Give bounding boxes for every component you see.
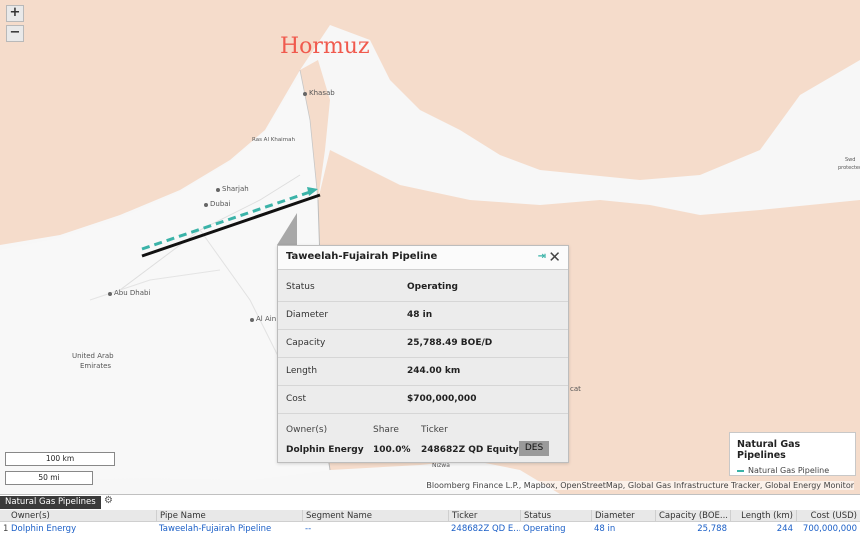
col-pipe-name[interactable]: Pipe Name bbox=[156, 510, 302, 522]
popup-key: Cost bbox=[286, 394, 307, 404]
sharjah-dot bbox=[216, 188, 220, 192]
popup-row-capacity: Capacity 25,788.49 BOE/D bbox=[278, 329, 568, 357]
map-canvas[interactable]: + − Hormuz Khasab Ras Al Khaimah Sharjah… bbox=[0, 0, 860, 494]
label-dubai: Dubai bbox=[210, 200, 231, 208]
cell-capacity: 25,788 bbox=[697, 524, 727, 534]
col-status[interactable]: Status bbox=[520, 510, 591, 522]
scale-bar-km: 100 km bbox=[5, 452, 115, 466]
label-abu-dhabi: Abu Dhabi bbox=[114, 289, 151, 297]
col-owner[interactable]: Owner(s) bbox=[8, 510, 156, 522]
col-capacity[interactable]: Capacity (BOE... bbox=[655, 510, 730, 522]
popup-value: $700,000,000 bbox=[407, 394, 477, 404]
hormuz-annotation: Hormuz bbox=[280, 34, 370, 59]
label-uae-line1: United Arab bbox=[72, 352, 114, 360]
cell-status: Operating bbox=[523, 524, 566, 534]
legend-swatch bbox=[737, 469, 744, 472]
zoom-out-button[interactable]: − bbox=[6, 25, 24, 42]
results-panel: Natural Gas Pipelines ⚙ Owner(s) Pipe Na… bbox=[0, 494, 860, 537]
popup-key: Status bbox=[286, 282, 315, 292]
popup-row-diameter: Diameter 48 in bbox=[278, 301, 568, 329]
owner-name[interactable]: Dolphin Energy bbox=[286, 445, 364, 455]
popup-title: Taweelah-Fujairah Pipeline bbox=[286, 251, 438, 262]
popup-value: 48 in bbox=[407, 310, 433, 320]
label-muscat: cat bbox=[570, 385, 581, 393]
cell-segment-name: -- bbox=[305, 524, 312, 534]
label-right-edge-1: Swd bbox=[845, 157, 856, 163]
legend-title: Natural Gas Pipelines bbox=[737, 439, 801, 461]
cell-length: 244 bbox=[776, 524, 793, 534]
legend-item[interactable]: Natural Gas Pipeline bbox=[737, 466, 848, 475]
owner-share: 100.0% bbox=[373, 445, 411, 455]
popup-row-status: Status Operating bbox=[278, 273, 568, 301]
abu-dhabi-dot bbox=[108, 292, 112, 296]
label-uae-line2: Emirates bbox=[80, 362, 112, 370]
map-legend: Natural Gas Pipelines Natural Gas Pipeli… bbox=[729, 432, 856, 476]
popup-pointer bbox=[277, 213, 297, 245]
owners-header-ticker: Ticker bbox=[421, 425, 448, 435]
des-button[interactable]: DES bbox=[519, 441, 549, 456]
al-ain-dot bbox=[250, 318, 254, 322]
popup-key: Capacity bbox=[286, 338, 326, 348]
pin-icon[interactable]: ⇥ bbox=[538, 251, 546, 262]
popup-header: Taweelah-Fujairah Pipeline ⇥ ✕ bbox=[278, 246, 568, 270]
label-khasab: Khasab bbox=[309, 89, 335, 97]
col-ticker[interactable]: Ticker bbox=[448, 510, 520, 522]
cell-owner[interactable]: Dolphin Energy bbox=[8, 523, 156, 535]
popup-value: 25,788.49 BOE/D bbox=[407, 338, 493, 348]
cell-pipe-name[interactable]: Taweelah-Fujairah Pipeline bbox=[156, 523, 302, 535]
popup-key: Diameter bbox=[286, 310, 329, 320]
map-attribution: Bloomberg Finance L.P., Mapbox, OpenStre… bbox=[426, 481, 854, 490]
cell-ticker[interactable]: 248682Z QD E... bbox=[448, 523, 520, 535]
gear-icon[interactable]: ⚙ bbox=[104, 495, 113, 506]
popup-key: Length bbox=[286, 366, 318, 376]
col-diameter[interactable]: Diameter bbox=[591, 510, 655, 522]
owners-header-owner: Owner(s) bbox=[286, 425, 328, 435]
tab-natural-gas-pipelines[interactable]: Natural Gas Pipelines bbox=[0, 496, 101, 509]
scale-bar-mi: 50 mi bbox=[5, 471, 93, 485]
dubai-dot bbox=[204, 203, 208, 207]
col-segment-name[interactable]: Segment Name bbox=[302, 510, 448, 522]
table-header: Owner(s) Pipe Name Segment Name Ticker S… bbox=[0, 510, 860, 522]
cell-diameter: 48 in bbox=[594, 524, 616, 534]
label-nizwa: Nizwa bbox=[432, 462, 450, 469]
table-row[interactable]: 1 Dolphin Energy Taweelah-Fujairah Pipel… bbox=[0, 523, 860, 535]
cell-cost: 700,000,000 bbox=[802, 524, 857, 534]
owner-ticker[interactable]: 248682Z QD Equity bbox=[421, 445, 519, 455]
owners-header-share: Share bbox=[373, 425, 399, 435]
close-icon[interactable]: ✕ bbox=[548, 248, 561, 266]
col-length[interactable]: Length (km) bbox=[730, 510, 796, 522]
label-ras-al-khaimah: Ras Al Khaimah bbox=[252, 137, 295, 143]
popup-row-cost: Cost $700,000,000 bbox=[278, 385, 568, 413]
pipeline-popup: Taweelah-Fujairah Pipeline ⇥ ✕ Status Op… bbox=[277, 245, 569, 463]
khasab-dot bbox=[303, 92, 307, 96]
label-al-ain: Al Ain bbox=[256, 315, 277, 323]
zoom-in-button[interactable]: + bbox=[6, 5, 24, 22]
popup-value: Operating bbox=[407, 282, 458, 292]
popup-value: 244.00 km bbox=[407, 366, 461, 376]
label-sharjah: Sharjah bbox=[222, 185, 249, 193]
label-right-edge-2: protected bbox=[838, 165, 860, 171]
legend-item-label: Natural Gas Pipeline bbox=[748, 466, 830, 475]
popup-row-length: Length 244.00 km bbox=[278, 357, 568, 385]
col-cost[interactable]: Cost (USD) bbox=[796, 510, 860, 522]
